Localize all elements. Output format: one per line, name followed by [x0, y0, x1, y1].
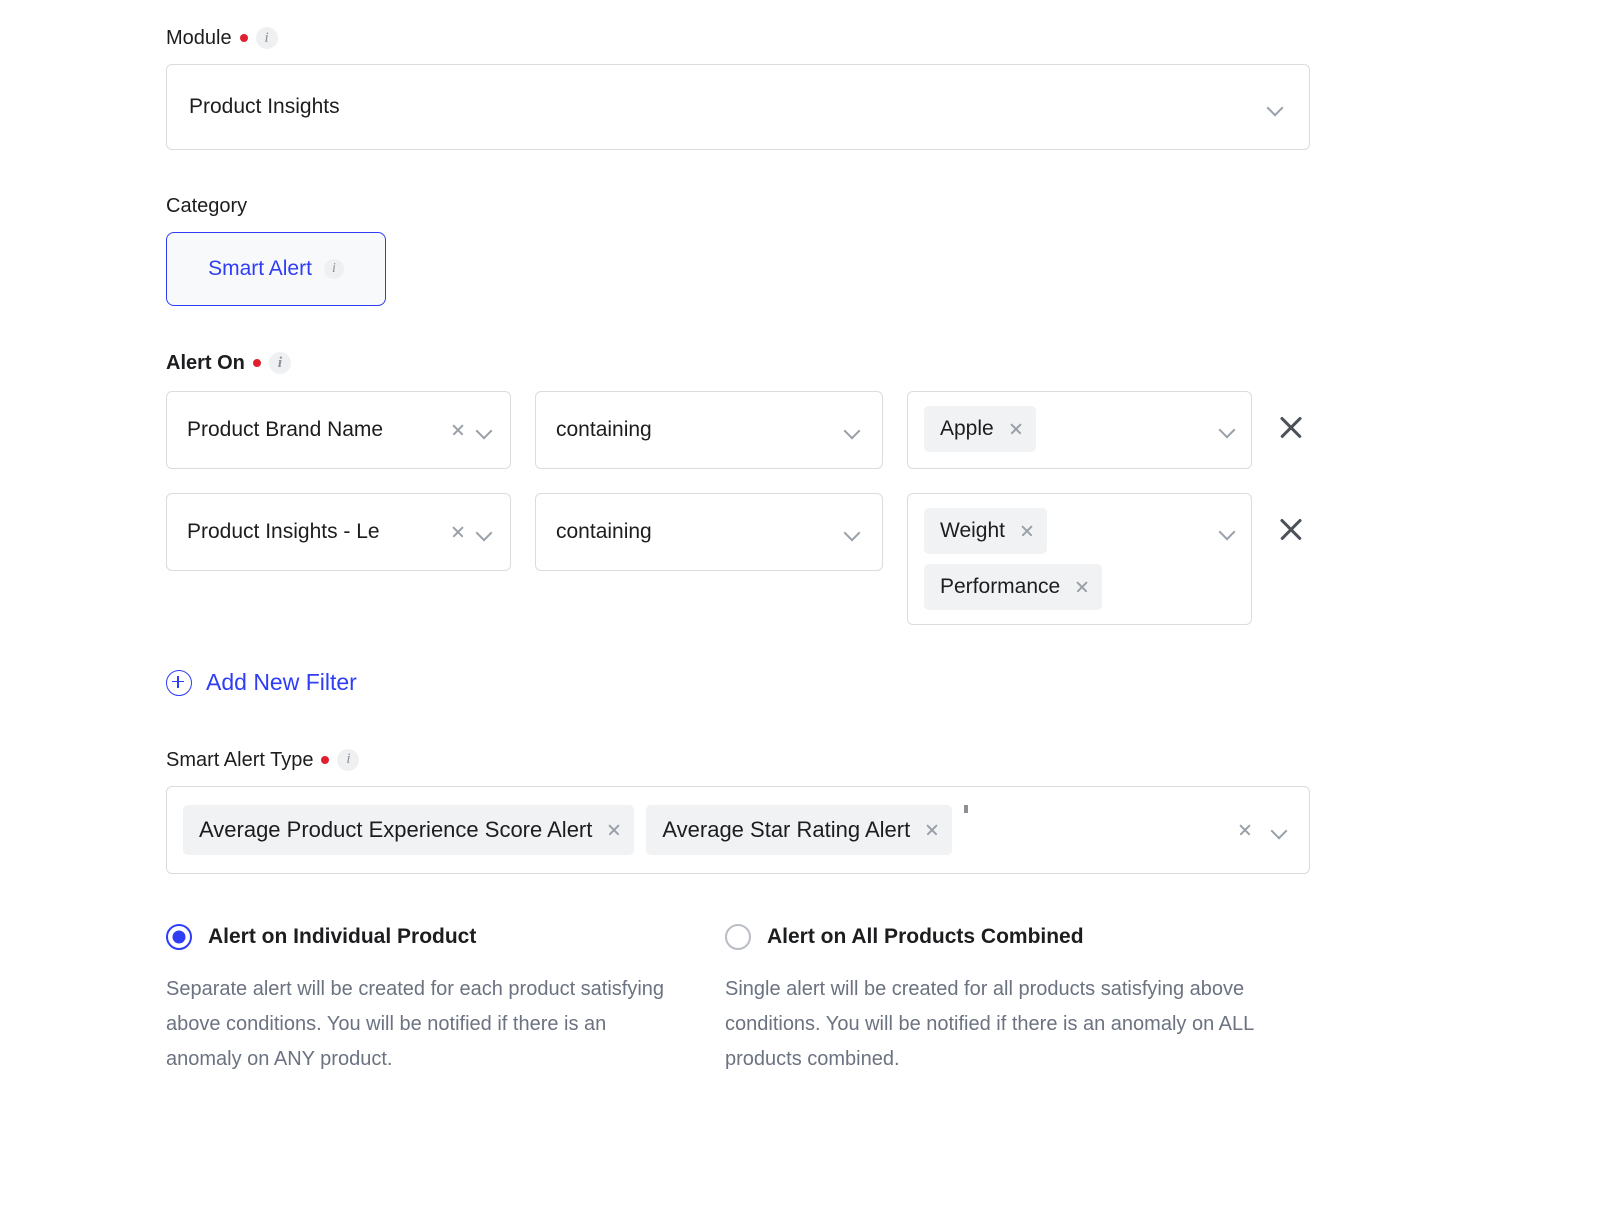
value-chip-label: Performance: [940, 575, 1061, 598]
filter-field-select[interactable]: Product Insights - Le: [166, 493, 511, 571]
text-cursor: [964, 804, 969, 813]
radio-head[interactable]: Alert on All Products Combined: [725, 923, 1282, 950]
filter-operator-value: containing: [556, 520, 652, 543]
radio-head[interactable]: Alert on Individual Product: [166, 923, 723, 950]
chevron-down-icon[interactable]: [1271, 822, 1287, 838]
filter-value-chips: Apple: [924, 406, 1211, 452]
required-dot: [239, 34, 248, 42]
filter-values-select[interactable]: Weight Performance: [907, 493, 1252, 625]
filter-operator-select[interactable]: containing: [535, 493, 883, 571]
chevron-down-icon[interactable]: [844, 524, 860, 540]
module-label: Module: [166, 27, 232, 49]
remove-filter-button[interactable]: [1276, 413, 1306, 443]
remove-chip-icon[interactable]: [1008, 421, 1024, 437]
info-icon[interactable]: i: [323, 259, 344, 279]
clear-all-icon[interactable]: [1237, 822, 1253, 838]
remove-chip-icon[interactable]: [1074, 579, 1090, 595]
info-icon[interactable]: i: [255, 27, 278, 49]
smart-alert-type-label-row: Smart Alert Type i: [166, 748, 1600, 772]
chevron-down-icon[interactable]: [476, 422, 492, 438]
category-option-label: Smart Alert: [208, 257, 312, 280]
remove-filter-button[interactable]: [1276, 515, 1306, 545]
value-chip[interactable]: Apple: [924, 406, 1036, 452]
filter-values-select[interactable]: Apple: [907, 391, 1252, 469]
filter-row: Product Insights - Le containing Weight …: [166, 493, 1600, 625]
value-chip[interactable]: Performance: [924, 564, 1103, 610]
alert-on-label-row: Alert On i: [166, 351, 1600, 375]
smart-alert-type-section: Smart Alert Type i Average Product Exper…: [166, 748, 1600, 874]
category-section: Category Smart Alert i: [166, 194, 1600, 306]
chevron-down-icon[interactable]: [1219, 421, 1235, 437]
plus-circle-icon: [166, 669, 192, 696]
value-chip-label: Average Star Rating Alert: [662, 816, 911, 842]
module-selected-value: Product Insights: [189, 95, 340, 118]
info-icon[interactable]: i: [268, 352, 291, 374]
module-section: Module i Product Insights: [166, 26, 1600, 150]
alert-scope-options: Alert on Individual Product Separate ale…: [166, 923, 1600, 1077]
category-label: Category: [166, 195, 248, 217]
close-icon[interactable]: [1276, 413, 1306, 443]
radio-individual-product-description: Separate alert will be created for each …: [166, 977, 665, 1070]
alert-scope-option-individual[interactable]: Alert on Individual Product Separate ale…: [166, 923, 723, 1077]
filter-field-value: Product Brand Name: [187, 418, 384, 441]
category-label-row: Category: [166, 194, 1600, 218]
clear-icon[interactable]: [450, 524, 466, 540]
filter-row: Product Brand Name containing Apple: [166, 391, 1600, 469]
smart-alert-type-select[interactable]: Average Product Experience Score Alert A…: [166, 785, 1310, 874]
value-chip-label: Weight: [940, 519, 1005, 542]
radio-individual-product[interactable]: [166, 923, 192, 950]
filter-field-value: Product Insights - Le: [187, 520, 380, 543]
radio-all-products-combined[interactable]: [725, 923, 751, 950]
remove-chip-icon[interactable]: [606, 822, 622, 838]
filter-operator-value: containing: [556, 418, 652, 441]
module-select[interactable]: Product Insights: [166, 64, 1310, 150]
filter-value-chips: Weight Performance: [924, 508, 1211, 610]
value-chip[interactable]: Average Product Experience Score Alert: [183, 804, 635, 855]
add-new-filter-label: Add New Filter: [206, 669, 357, 695]
value-chip-label: Apple: [940, 417, 994, 440]
alert-on-section: Alert On i Product Brand Name containing…: [166, 351, 1600, 701]
radio-individual-product-label: Alert on Individual Product: [208, 924, 477, 948]
close-icon[interactable]: [1276, 515, 1306, 545]
smart-alert-type-label: Smart Alert Type: [166, 748, 314, 771]
required-dot: [252, 359, 261, 367]
chevron-down-icon[interactable]: [844, 422, 860, 438]
filter-operator-select[interactable]: containing: [535, 391, 883, 469]
smart-alert-type-actions: [1237, 822, 1287, 838]
category-option-smart-alert[interactable]: Smart Alert i: [166, 232, 386, 306]
remove-chip-icon[interactable]: [1019, 523, 1035, 539]
alert-scope-option-combined[interactable]: Alert on All Products Combined Single al…: [725, 923, 1282, 1077]
radio-all-products-combined-description: Single alert will be created for all pro…: [725, 977, 1254, 1070]
filter-field-select[interactable]: Product Brand Name: [166, 391, 511, 469]
info-icon[interactable]: i: [337, 748, 360, 771]
module-label-row: Module i: [166, 26, 1600, 50]
value-chip[interactable]: Average Star Rating Alert: [646, 804, 953, 855]
remove-chip-icon[interactable]: [924, 822, 940, 838]
value-chip-label: Average Product Experience Score Alert: [199, 816, 593, 842]
required-dot: [321, 755, 330, 764]
radio-all-products-combined-label: Alert on All Products Combined: [767, 924, 1084, 948]
alert-configuration-form: Module i Product Insights Category Smart…: [0, 0, 1600, 1217]
clear-icon[interactable]: [450, 422, 466, 438]
value-chip[interactable]: Weight: [924, 508, 1047, 554]
chevron-down-icon[interactable]: [1219, 523, 1235, 539]
smart-alert-type-chips: Average Product Experience Score Alert A…: [183, 804, 1227, 855]
alert-on-label: Alert On: [166, 352, 245, 374]
add-new-filter-button[interactable]: Add New Filter: [166, 669, 357, 696]
chevron-down-icon[interactable]: [1267, 99, 1283, 115]
chevron-down-icon[interactable]: [476, 524, 492, 540]
